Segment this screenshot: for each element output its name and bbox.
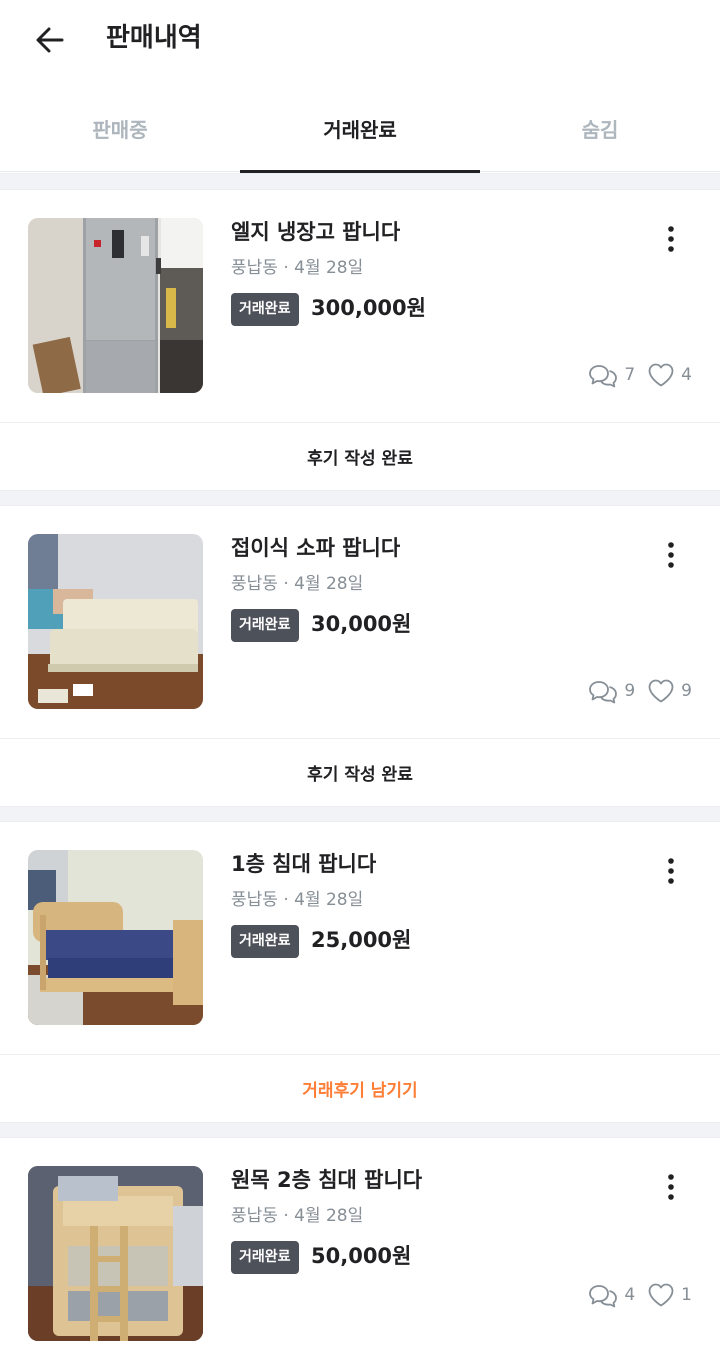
chat-bubble-icon bbox=[589, 365, 618, 388]
more-vertical-icon bbox=[668, 858, 674, 884]
chat-count: 7 bbox=[624, 365, 636, 385]
tab-bar: 판매중 거래완료 숨김 bbox=[0, 84, 720, 173]
status-badge: 거래완료 bbox=[231, 925, 299, 958]
more-vertical-icon bbox=[668, 1174, 674, 1200]
back-button[interactable] bbox=[28, 18, 72, 62]
more-options-button[interactable] bbox=[652, 1168, 690, 1206]
item-thumbnail bbox=[28, 850, 203, 1025]
tab-hidden[interactable]: 숨김 bbox=[480, 84, 720, 172]
leave-review-button[interactable]: 거래후기 남기기 bbox=[0, 1054, 720, 1122]
item-title[interactable]: 1층 침대 팝니다 bbox=[231, 848, 376, 880]
refrigerator-image bbox=[28, 218, 203, 393]
item-title[interactable]: 접이식 소파 팝니다 bbox=[231, 532, 400, 564]
like-count: 1 bbox=[681, 1285, 692, 1305]
status-badge: 거래완료 bbox=[231, 293, 299, 326]
item-price: 50,000원 bbox=[311, 1244, 412, 1268]
review-status-button[interactable]: 후기 작성 완료 bbox=[0, 422, 720, 490]
app-header: 판매내역 bbox=[0, 0, 720, 80]
single-bed-image bbox=[28, 850, 203, 1025]
item-price: 30,000원 bbox=[311, 612, 412, 636]
item-thumbnail bbox=[28, 1166, 203, 1341]
item-price: 25,000원 bbox=[311, 928, 412, 952]
arrow-left-icon bbox=[36, 27, 64, 53]
section-divider bbox=[0, 806, 720, 822]
like-count: 4 bbox=[681, 365, 692, 385]
more-vertical-icon bbox=[668, 226, 674, 252]
item-stats: 7 4 bbox=[588, 362, 692, 388]
sales-list: 엘지 냉장고 팝니다 풍납동 · 4월 28일 거래완료 300,000원 7 … bbox=[0, 173, 720, 1359]
status-badge: 거래완료 bbox=[231, 609, 299, 642]
more-vertical-icon bbox=[668, 542, 674, 568]
item-stats: 4 1 bbox=[588, 1282, 692, 1308]
item-location-date: 풍납동 · 4월 28일 bbox=[231, 574, 364, 594]
review-status-button[interactable]: 후기 작성 완료 bbox=[0, 738, 720, 806]
heart-icon bbox=[648, 679, 674, 703]
list-item[interactable]: 원목 2층 침대 팝니다 풍납동 · 4월 28일 거래완료 50,000원 4… bbox=[0, 1138, 720, 1359]
tab-on-sale[interactable]: 판매중 bbox=[0, 84, 240, 172]
item-location-date: 풍납동 · 4월 28일 bbox=[231, 890, 364, 910]
item-title[interactable]: 엘지 냉장고 팝니다 bbox=[231, 216, 400, 248]
section-divider bbox=[0, 490, 720, 506]
list-item[interactable]: 접이식 소파 팝니다 풍납동 · 4월 28일 거래완료 30,000원 9 9 bbox=[0, 506, 720, 738]
sofa-image bbox=[28, 534, 203, 709]
chat-count: 9 bbox=[624, 681, 636, 701]
more-options-button[interactable] bbox=[652, 852, 690, 890]
item-stats: 9 9 bbox=[588, 678, 692, 704]
like-count: 9 bbox=[681, 681, 692, 701]
chat-count: 4 bbox=[624, 1285, 636, 1305]
page-title: 판매내역 bbox=[106, 23, 202, 53]
heart-icon bbox=[648, 363, 674, 387]
more-options-button[interactable] bbox=[652, 536, 690, 574]
status-badge: 거래완료 bbox=[231, 1241, 299, 1274]
chat-bubble-icon bbox=[589, 681, 618, 704]
chat-bubble-icon bbox=[589, 1285, 618, 1308]
section-divider bbox=[0, 173, 720, 190]
item-location-date: 풍납동 · 4월 28일 bbox=[231, 258, 364, 278]
item-location-date: 풍납동 · 4월 28일 bbox=[231, 1206, 364, 1226]
heart-icon bbox=[648, 1283, 674, 1307]
section-divider bbox=[0, 1122, 720, 1138]
item-title[interactable]: 원목 2층 침대 팝니다 bbox=[231, 1164, 422, 1196]
item-price: 300,000원 bbox=[311, 296, 426, 320]
tab-sold[interactable]: 거래완료 bbox=[240, 84, 480, 173]
more-options-button[interactable] bbox=[652, 220, 690, 258]
item-thumbnail bbox=[28, 534, 203, 709]
bunk-bed-image bbox=[28, 1166, 203, 1341]
list-item[interactable]: 엘지 냉장고 팝니다 풍납동 · 4월 28일 거래완료 300,000원 7 … bbox=[0, 190, 720, 422]
list-item[interactable]: 1층 침대 팝니다 풍납동 · 4월 28일 거래완료 25,000원 bbox=[0, 822, 720, 1054]
item-thumbnail bbox=[28, 218, 203, 393]
